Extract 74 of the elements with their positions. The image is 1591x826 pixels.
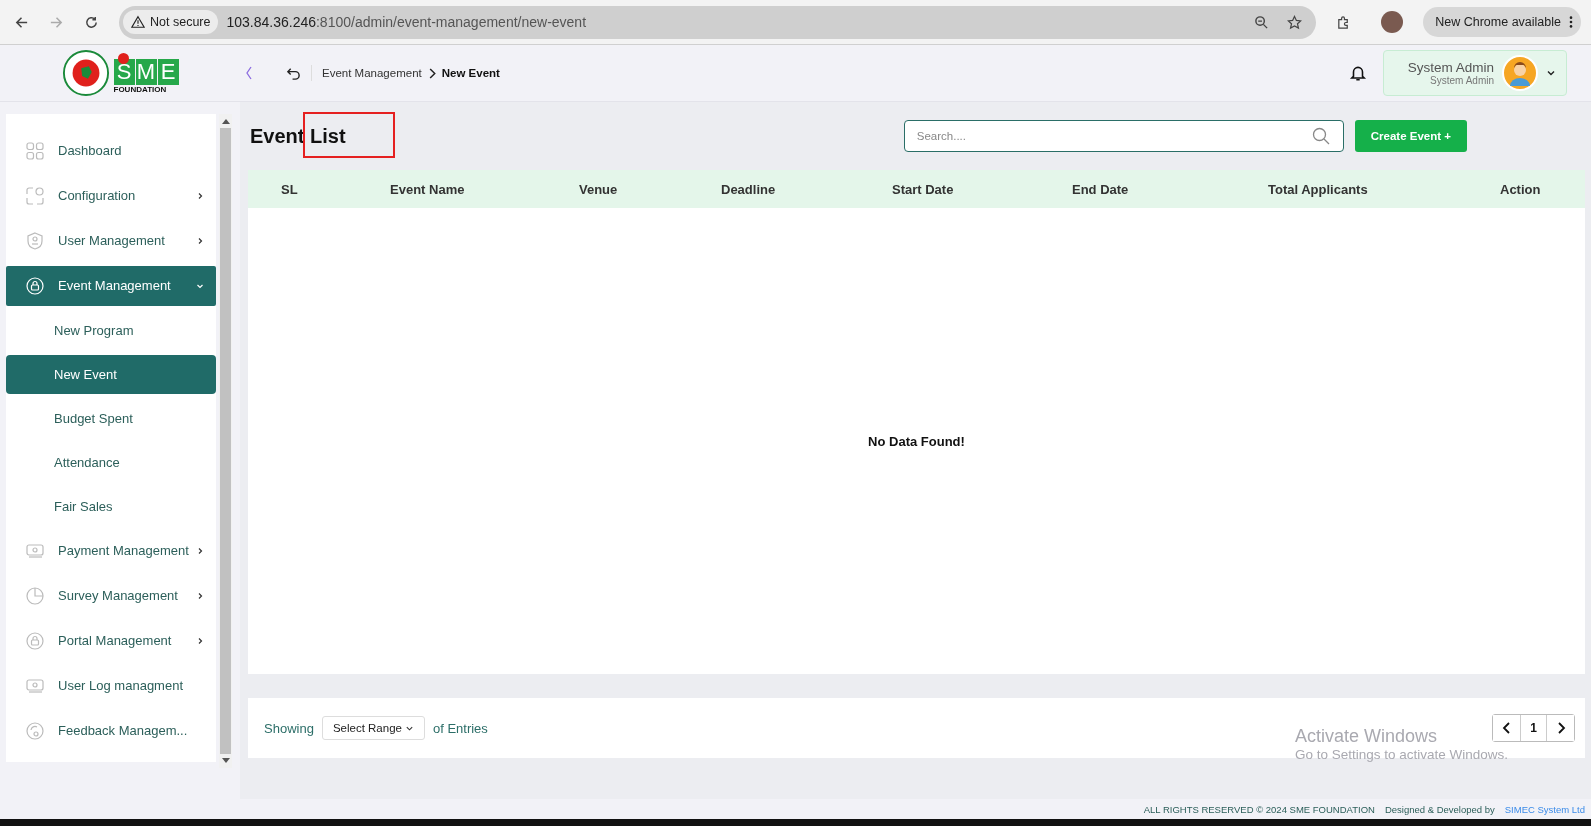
zoom-icon[interactable]: [1254, 14, 1270, 30]
sidebar-subitem[interactable]: New Event: [6, 354, 216, 394]
column-header: Action: [1500, 181, 1542, 197]
user-name: System Admin: [1407, 60, 1494, 75]
scroll-down-icon[interactable]: [221, 758, 230, 764]
sidebar-item[interactable]: User Management: [6, 220, 216, 261]
reload-icon[interactable]: [84, 14, 99, 30]
activation-notice-title: Activate Windows: [1295, 726, 1439, 747]
menu-item-icon: [26, 186, 44, 205]
breadcrumb-item: New Event: [441, 67, 500, 79]
column-header: Total Applicants: [1268, 181, 1369, 197]
logo-letter: M: [135, 58, 157, 85]
menu-item-icon: [26, 586, 44, 605]
address-bar[interactable]: Not secure 103.84.36.246:8100/admin/event-management/new-event: [119, 5, 1317, 39]
page-title: Event List: [249, 124, 346, 147]
sidebar-subitem[interactable]: Budget Spent: [6, 398, 216, 438]
more-icon[interactable]: [1569, 15, 1573, 29]
search-field[interactable]: Search....: [903, 120, 1344, 152]
dot-icon: [117, 52, 129, 64]
chevron-right-icon: [1555, 722, 1566, 734]
search-icon[interactable]: [1311, 127, 1330, 145]
showing-label: Showing: [264, 720, 314, 736]
empty-message: No Data Found!: [868, 433, 965, 449]
column-header: Event Name: [390, 181, 466, 197]
sidebar-item[interactable]: Dashboard: [6, 130, 216, 171]
update-button[interactable]: New Chrome available: [1423, 7, 1581, 37]
sidebar-subitem[interactable]: Attendance: [6, 442, 216, 482]
menu-item-icon: [26, 276, 44, 295]
breadcrumb-item[interactable]: Event Management: [322, 67, 422, 79]
chevron-icon: [427, 67, 436, 79]
column-header: Deadline: [721, 181, 777, 197]
scrollbar[interactable]: [219, 114, 232, 768]
user-role: System Admin: [1430, 75, 1494, 86]
bell-icon[interactable]: [1348, 64, 1367, 82]
sidebar-item[interactable]: Configuration: [6, 175, 216, 216]
range-dropdown[interactable]: Select Range: [321, 716, 425, 740]
copyright-text: ALL RIGHTS RESERVED © 2024 SME FOUNDATION: [1143, 803, 1375, 815]
page-button[interactable]: 1: [1520, 715, 1547, 741]
sidebar-item[interactable]: Payment Management: [6, 530, 216, 571]
menu-item-icon: [26, 676, 44, 695]
menu-item-icon: [26, 231, 44, 250]
warning-icon: [131, 15, 145, 29]
caret-icon[interactable]: [1546, 68, 1556, 78]
sidebar-item[interactable]: User Log managment: [6, 665, 216, 706]
column-header: Start Date: [892, 181, 955, 197]
sidebar-subitem[interactable]: Fair Sales: [6, 486, 216, 526]
sidebar-item[interactable]: Survey Management: [6, 575, 216, 616]
menu-item-icon: [26, 721, 44, 740]
column-header: SL: [281, 181, 299, 197]
sidebar-item[interactable]: Portal Management: [6, 620, 216, 661]
chevron-left-icon: [1501, 722, 1512, 734]
scroll-up-icon[interactable]: [221, 118, 230, 124]
column-header: Venue: [579, 181, 619, 197]
menu-item-icon: [26, 141, 44, 160]
activation-notice-text: Go to Settings to activate Windows.: [1295, 747, 1509, 762]
logo-subtitle: FOUNDATION: [113, 84, 168, 94]
sidebar-item[interactable]: Feedback Managem...: [6, 710, 216, 751]
sidebar-subitem[interactable]: New Program: [6, 310, 216, 350]
collapse-icon[interactable]: [245, 65, 253, 81]
entries-label: of Entries: [432, 720, 488, 736]
star-icon[interactable]: [1287, 14, 1303, 30]
user-menu[interactable]: System Admin System Admin: [1382, 50, 1567, 96]
url-text: 103.84.36.246:8100/admin/event-management/new-event: [226, 14, 588, 30]
avatar-icon: [1502, 55, 1538, 91]
sidebar-item[interactable]: Event Management: [6, 265, 216, 306]
credit-text: Designed & Developed by: [1384, 803, 1495, 815]
profile-avatar[interactable]: [1381, 11, 1404, 33]
column-header: End Date: [1072, 181, 1130, 197]
menu-item-icon: [26, 631, 44, 650]
scroll-thumb[interactable]: [220, 128, 231, 754]
emblem-icon: [61, 49, 110, 97]
security-chip[interactable]: Not secure: [123, 10, 219, 34]
menu-item-icon: [26, 541, 44, 560]
logo-letter: E: [157, 58, 179, 85]
